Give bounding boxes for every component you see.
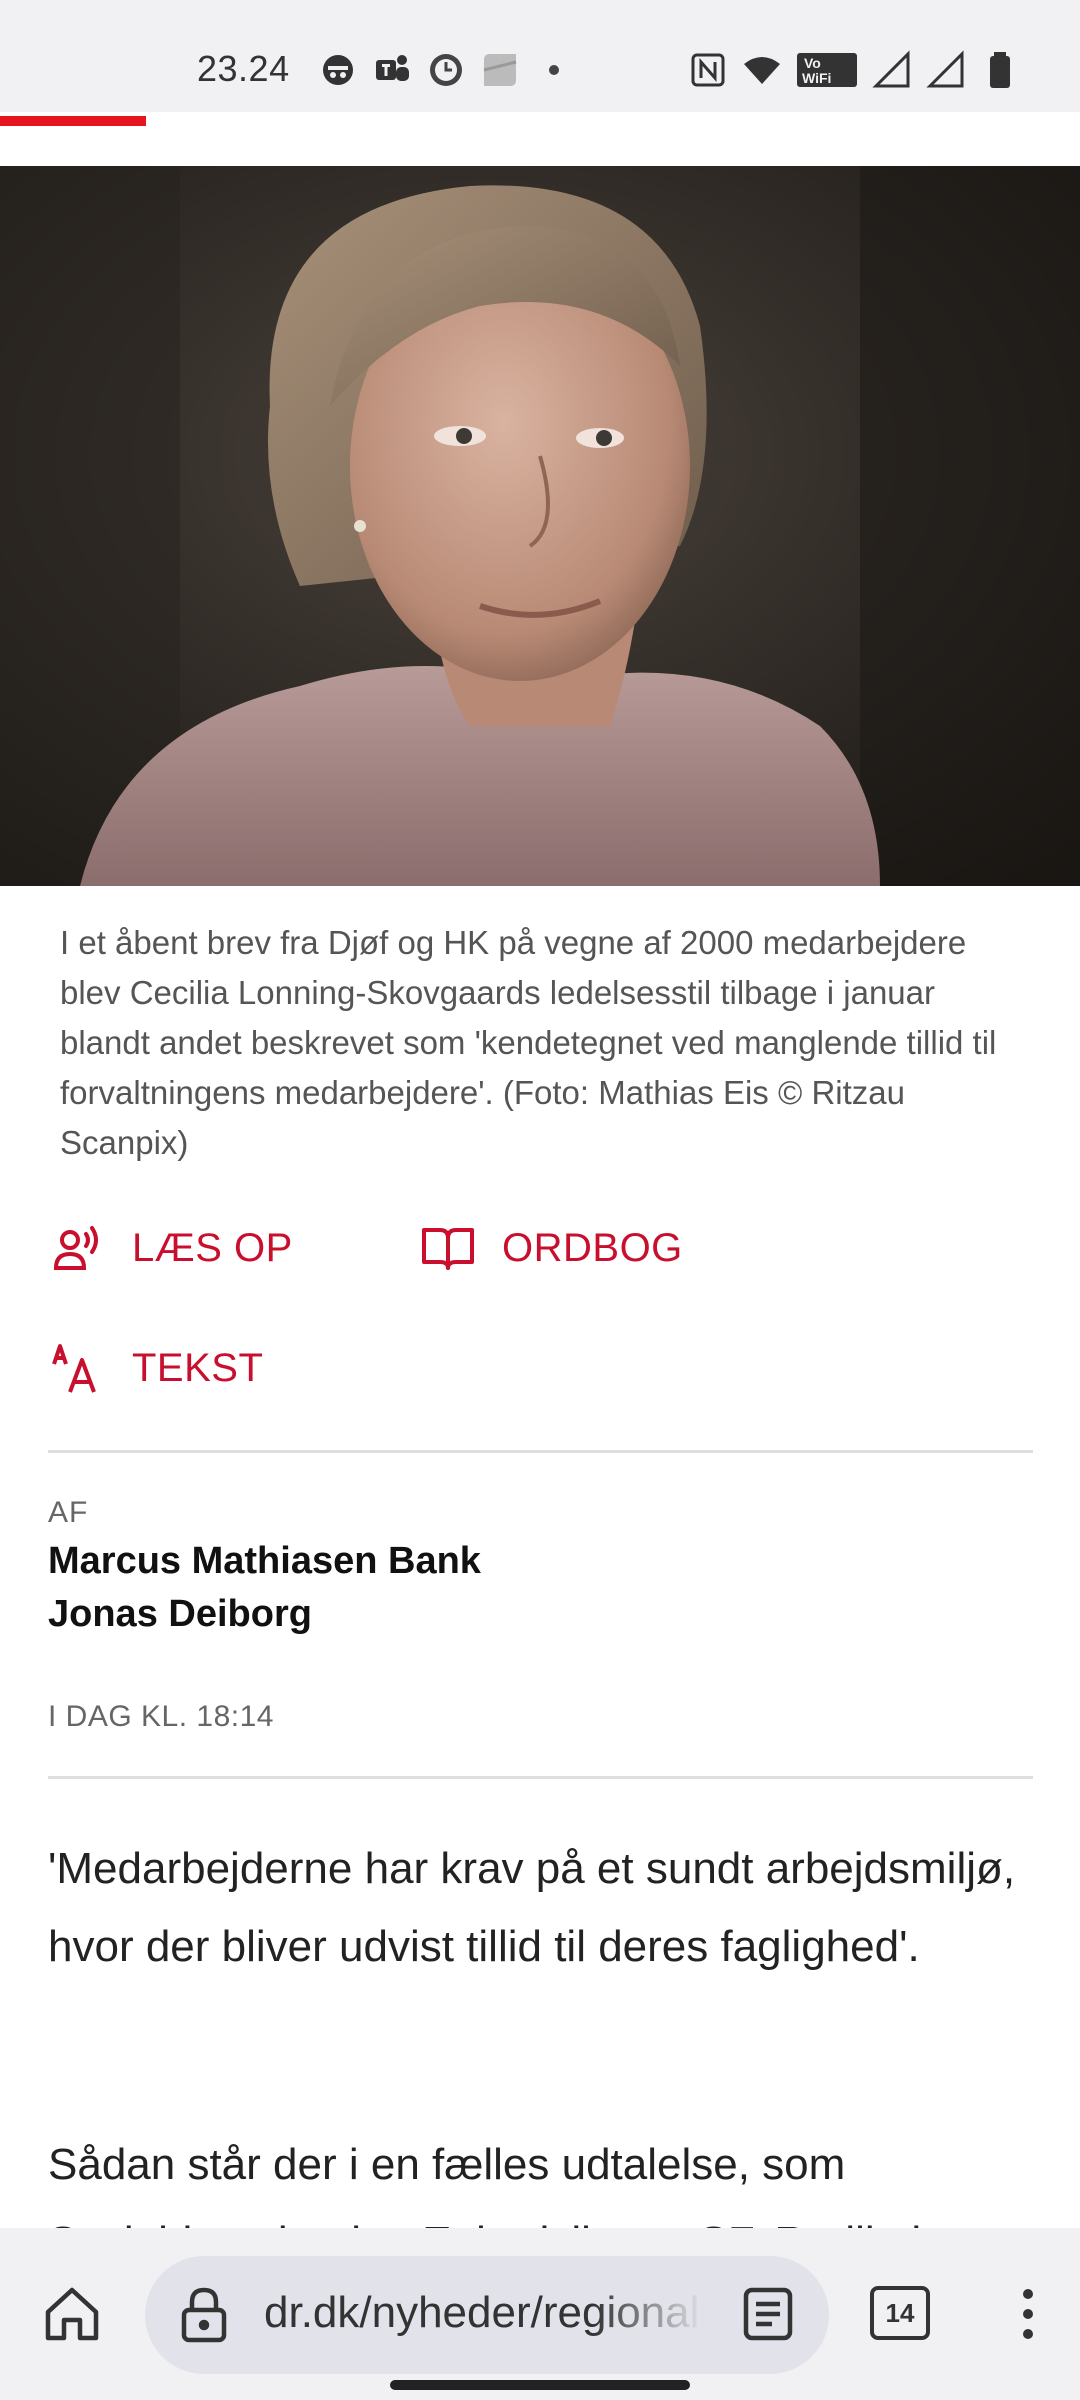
reading-progress-bar [0, 116, 146, 126]
more-menu-icon[interactable] [1012, 2282, 1044, 2346]
vowifi-bottom-label: WiFi [802, 70, 831, 86]
author-name[interactable]: Jonas Deiborg [48, 1593, 312, 1636]
read-aloud-icon [53, 1226, 98, 1270]
nfc-icon [688, 50, 728, 90]
article-paragraph: 'Medarbejderne har krav på et sundt arbe… [48, 1844, 1016, 1971]
reader-mode-icon[interactable] [740, 2284, 796, 2344]
url-text[interactable]: dr.dk/nyheder/regionale [264, 2288, 704, 2338]
status-time: 23.24 [197, 48, 290, 89]
gesture-bar[interactable] [390, 2380, 690, 2390]
teams-icon [372, 50, 412, 90]
text-size-label: TEKST [132, 1345, 264, 1390]
publish-timestamp: I DAG KL. 18:14 [48, 1700, 274, 1733]
wifi-icon [742, 50, 782, 90]
dictionary-label: ORDBOG [502, 1225, 683, 1270]
incognito-icon [318, 50, 358, 90]
vowifi-icon: Vo WiFi [796, 50, 858, 90]
status-right-icons: Vo WiFi [688, 44, 1020, 96]
article-hero-image[interactable] [0, 166, 1080, 886]
dot-icon [534, 50, 574, 90]
home-icon[interactable] [40, 2282, 104, 2346]
byline-divider-top [48, 1450, 1033, 1453]
clock-app-icon [426, 50, 466, 90]
author-name[interactable]: Marcus Mathiasen Bank [48, 1540, 481, 1583]
byline-label: AF [48, 1496, 89, 1529]
vowifi-top-label: Vo [804, 55, 821, 71]
byline-divider-bottom [48, 1776, 1033, 1779]
book-icon [422, 1228, 474, 1270]
text-size-button[interactable]: TEKST [50, 1340, 263, 1396]
read-aloud-button[interactable]: LÆS OP [50, 1220, 293, 1276]
signal-icon-2 [926, 50, 966, 90]
tab-switcher-button[interactable]: 14 [870, 2286, 930, 2340]
battery-icon [980, 50, 1020, 90]
read-aloud-label: LÆS OP [132, 1225, 293, 1270]
dictionary-button[interactable]: ORDBOG [420, 1220, 683, 1276]
lock-icon[interactable] [176, 2284, 232, 2344]
status-left-icons [318, 44, 574, 96]
app-icon [480, 50, 520, 90]
text-size-icon [52, 1344, 96, 1393]
image-caption: I et åbent brev fra Djøf og HK på vegne … [60, 924, 997, 1161]
page-top-area [0, 112, 1080, 166]
signal-icon [872, 50, 912, 90]
